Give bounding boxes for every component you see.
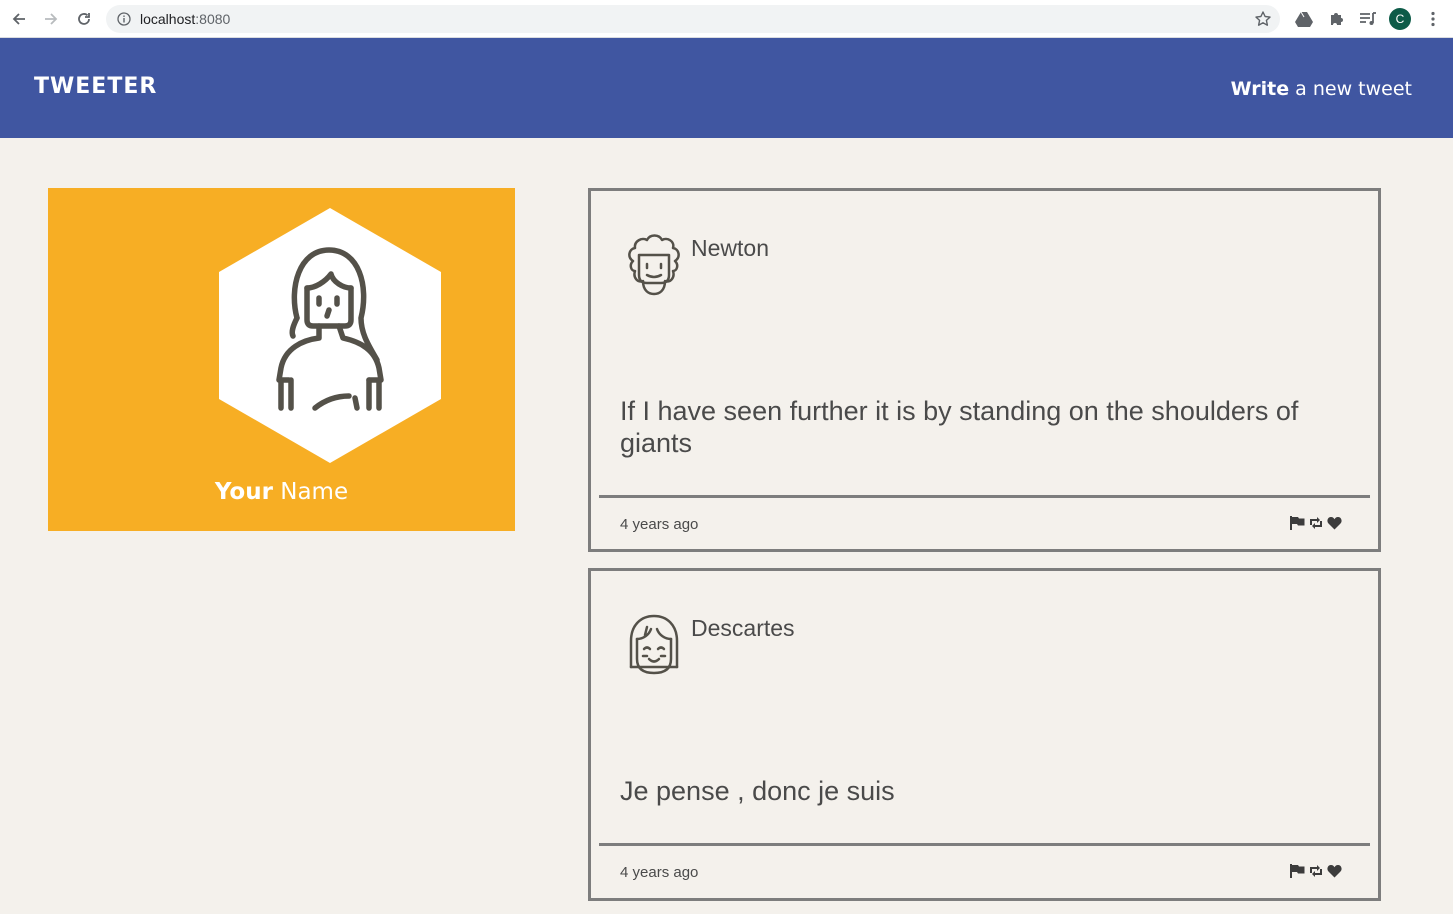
kebab-menu-icon bbox=[1431, 11, 1435, 27]
address-bar[interactable]: localhost:8080 bbox=[106, 5, 1280, 33]
retweet-button[interactable] bbox=[1308, 864, 1324, 878]
profile-name-last: Name bbox=[272, 479, 349, 505]
retweet-icon bbox=[1310, 517, 1322, 529]
tweet-timestamp: 4 years ago bbox=[620, 864, 699, 881]
extensions-button[interactable] bbox=[1326, 9, 1346, 29]
compose-rest-text: a new tweet bbox=[1289, 78, 1412, 100]
bob-hair-avatar-icon bbox=[629, 614, 679, 675]
tweet-card: Newton If I have seen further it is by s… bbox=[588, 188, 1381, 552]
profile-name-first: Your bbox=[214, 479, 273, 505]
profile-avatar[interactable]: C bbox=[1389, 8, 1411, 30]
url-text[interactable]: localhost:8080 bbox=[140, 11, 230, 27]
playlist-icon bbox=[1360, 12, 1376, 25]
tweet-card: Descartes Je pense , donc je suis 4 year… bbox=[588, 568, 1381, 901]
flag-button[interactable] bbox=[1290, 516, 1305, 530]
woman-avatar-icon bbox=[219, 208, 441, 463]
tweet-author: Descartes bbox=[691, 615, 795, 641]
like-button[interactable] bbox=[1327, 864, 1342, 878]
compose-tweet-link[interactable]: Write a new tweet bbox=[1231, 78, 1412, 100]
compose-bold-text: Write bbox=[1230, 78, 1290, 100]
tweet-content: Je pense , donc je suis bbox=[620, 776, 895, 806]
info-icon[interactable] bbox=[117, 12, 131, 26]
flag-icon bbox=[1290, 864, 1305, 878]
bookmark-star-icon[interactable] bbox=[1254, 10, 1272, 28]
arrow-left-icon bbox=[12, 13, 25, 25]
retweet-button[interactable] bbox=[1308, 516, 1324, 530]
curly-hair-avatar-icon bbox=[628, 234, 680, 296]
puzzle-icon bbox=[1331, 13, 1343, 25]
browser-menu-button[interactable] bbox=[1423, 9, 1443, 29]
flag-icon bbox=[1290, 516, 1305, 530]
brand-logo[interactable]: TWEETER bbox=[34, 74, 157, 99]
flag-button[interactable] bbox=[1290, 864, 1305, 878]
heart-icon bbox=[1327, 516, 1342, 530]
arrow-right-icon bbox=[45, 13, 58, 25]
profile-name: Your Name bbox=[48, 479, 515, 505]
heart-icon bbox=[1327, 864, 1342, 878]
tweet-divider bbox=[599, 495, 1370, 498]
reload-button[interactable] bbox=[74, 9, 94, 29]
app-navbar: TWEETER Write a new tweet bbox=[0, 38, 1453, 138]
drive-extension-button[interactable] bbox=[1294, 9, 1314, 29]
retweet-icon bbox=[1310, 865, 1322, 877]
media-button[interactable] bbox=[1358, 9, 1378, 29]
profile-card: Your Name bbox=[48, 188, 515, 531]
tweet-timestamp: 4 years ago bbox=[620, 516, 699, 533]
forward-button[interactable] bbox=[41, 9, 61, 29]
back-button[interactable] bbox=[9, 9, 29, 29]
url-port: :8080 bbox=[195, 11, 231, 27]
url-host: localhost bbox=[140, 11, 196, 27]
browser-toolbar: localhost:8080 C bbox=[0, 0, 1453, 38]
reload-icon bbox=[78, 13, 90, 25]
tweet-divider bbox=[599, 843, 1370, 846]
tweet-content: If I have seen further it is by standing… bbox=[620, 396, 1299, 458]
tweet-actions bbox=[1290, 864, 1342, 878]
like-button[interactable] bbox=[1327, 516, 1342, 530]
tweet-author: Newton bbox=[691, 235, 769, 261]
drive-icon bbox=[1295, 11, 1313, 27]
tweet-actions bbox=[1290, 516, 1342, 530]
